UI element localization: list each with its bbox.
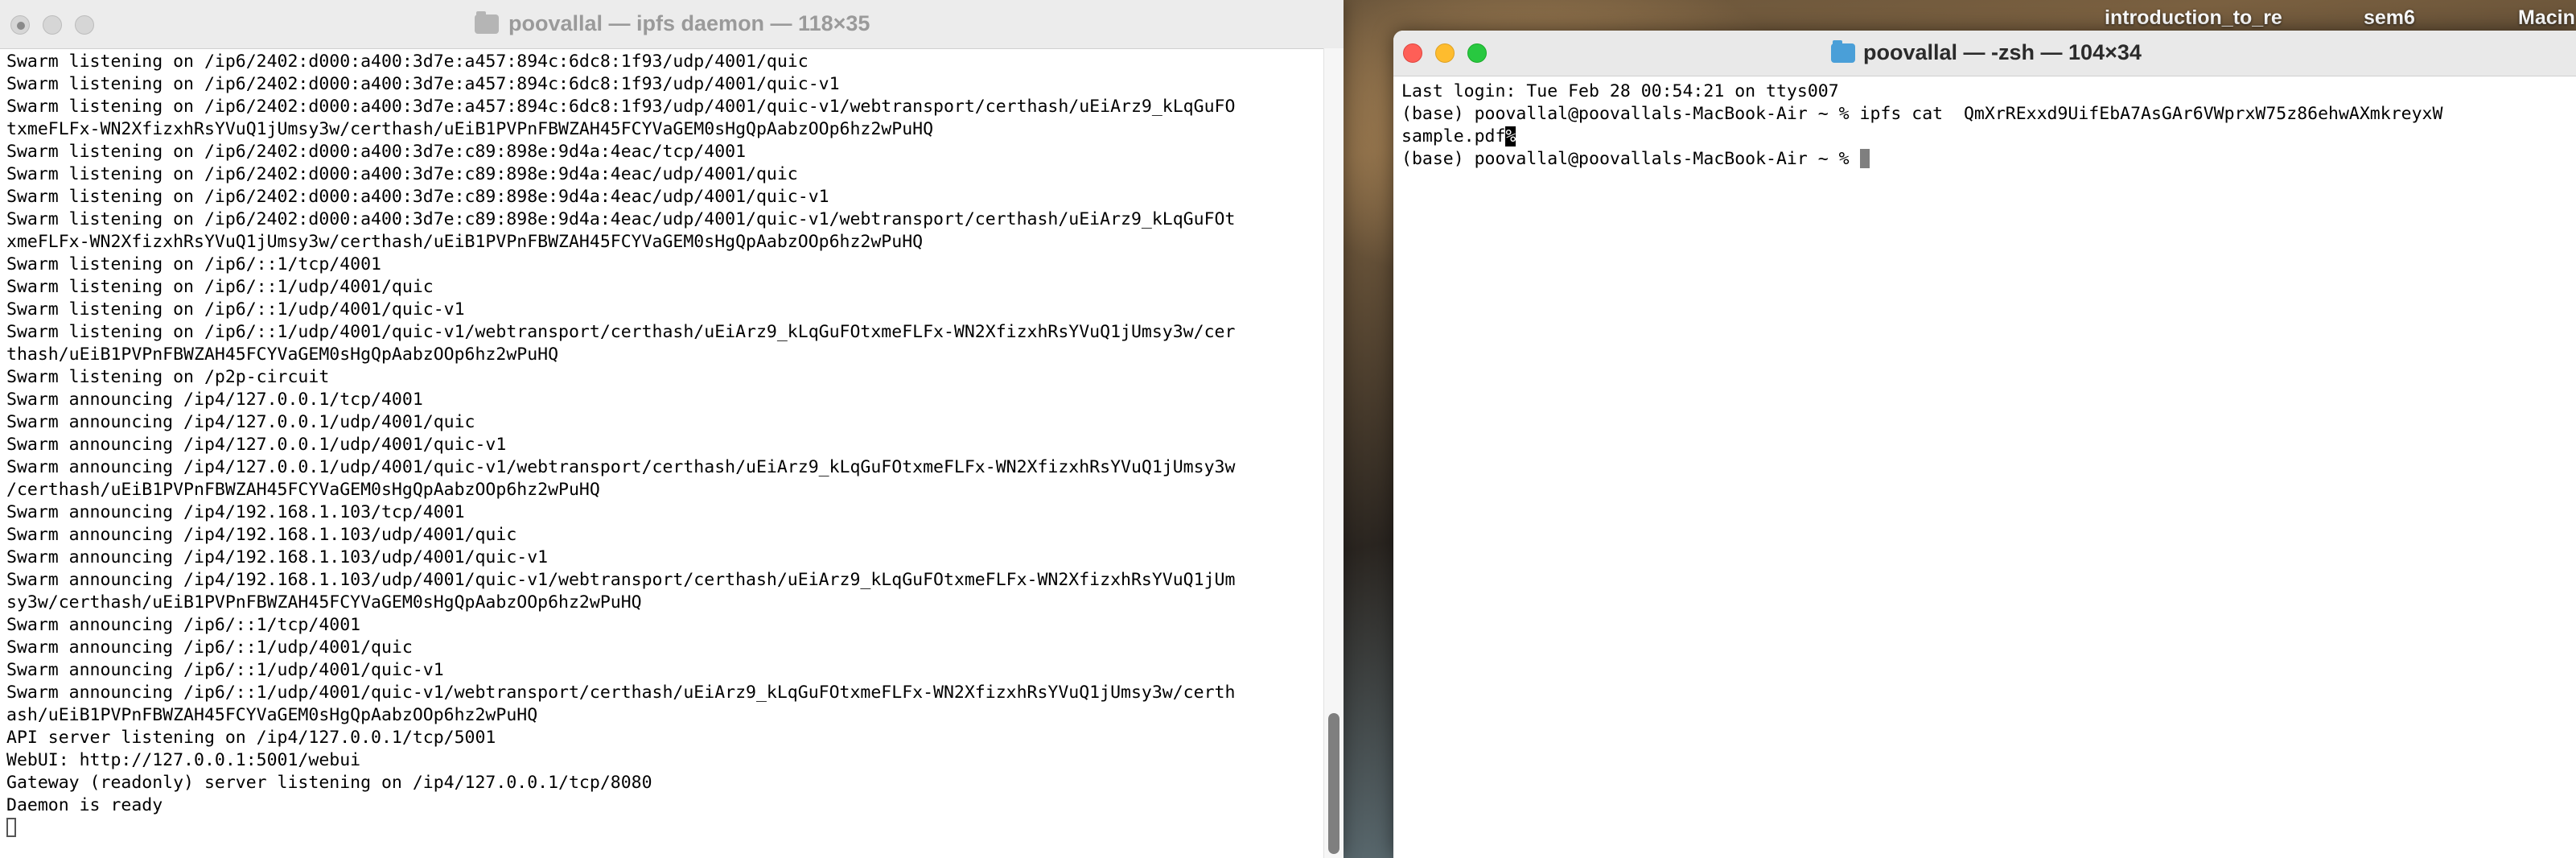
terminal-line: /certhash/uEiB1PVPnFBWZAH45FCYVaGEM0sHgQ… xyxy=(6,480,600,500)
terminal-line: sy3w/certhash/uEiB1PVPnFBWZAH45FCYVaGEM0… xyxy=(6,592,642,613)
terminal-line: Swarm announcing /ip6/::1/udp/4001/quic xyxy=(6,637,413,658)
terminal-line: ash/uEiB1PVPnFBWZAH45FCYVaGEM0sHgQpAabzO… xyxy=(6,705,538,725)
terminal-line: Swarm announcing /ip4/127.0.0.1/udp/4001… xyxy=(6,457,1236,477)
close-button[interactable] xyxy=(10,15,30,35)
terminal-line: Swarm listening on /ip6/2402:d000:a400:3… xyxy=(6,97,1236,117)
terminal-line: Swarm announcing /ip4/127.0.0.1/udp/4001… xyxy=(6,435,507,455)
folder-icon xyxy=(475,11,499,34)
terminal-line: Swarm announcing /ip6/::1/udp/4001/quic-… xyxy=(6,660,444,680)
minimize-button[interactable] xyxy=(1435,43,1455,63)
cursor xyxy=(6,817,1319,839)
desktop-item-introduction[interactable]: introduction_to_re xyxy=(2105,6,2282,30)
maximize-button[interactable] xyxy=(75,15,94,35)
terminal-line: Swarm listening on /p2p-circuit xyxy=(6,367,330,387)
terminal-line: xmeFLFx-WN2XfizxhRsYVuQ1jUmsy3w/certhash… xyxy=(6,232,924,252)
prompt-line[interactable]: (base) poovallal@poovallals-MacBook-Air … xyxy=(1401,148,2442,171)
scrollbar[interactable] xyxy=(1323,48,1344,858)
desktop-item-sem6[interactable]: sem6 xyxy=(2364,6,2415,30)
terminal-line: Swarm listening on /ip6/::1/udp/4001/qui… xyxy=(6,322,1236,342)
terminal-window-zsh[interactable]: poovallal — -zsh — 104×34 Last login: Tu… xyxy=(1393,31,2576,858)
last-login-line: Last login: Tue Feb 28 00:54:21 on ttys0… xyxy=(1401,81,1839,101)
output-line: sample.pdf% xyxy=(1401,126,2442,148)
title-bar[interactable]: poovallal — -zsh — 104×34 xyxy=(1393,31,2576,76)
terminal-line: Daemon is ready xyxy=(6,795,163,815)
terminal-line: Gateway (readonly) server listening on /… xyxy=(6,773,652,793)
terminal-line: Swarm listening on /ip6/::1/tcp/4001 xyxy=(6,254,381,274)
no-newline-marker: % xyxy=(1505,126,1516,146)
terminal-line: API server listening on /ip4/127.0.0.1/t… xyxy=(6,728,496,748)
desktop-item-macintosh[interactable]: Macin xyxy=(2518,6,2575,30)
cursor xyxy=(1859,149,1870,168)
terminal-line: Swarm announcing /ip4/192.168.1.103/udp/… xyxy=(6,570,1236,590)
terminal-line: Swarm listening on /ip6/2402:d000:a400:3… xyxy=(6,209,1236,229)
terminal-line: WebUI: http://127.0.0.1:5001/webui xyxy=(6,750,361,770)
window-title: poovallal — -zsh — 104×34 xyxy=(1863,40,2142,64)
terminal-line: txmeFLFx-WN2XfizxhRsYVuQ1jUmsy3w/certhas… xyxy=(6,119,934,139)
close-icon xyxy=(17,22,25,30)
terminal-window-ipfs-daemon[interactable]: poovallal — ipfs daemon — 118×35 Swarm l… xyxy=(0,0,1344,858)
terminal-line: Swarm announcing /ip4/192.168.1.103/udp/… xyxy=(6,547,549,567)
terminal-line: Swarm listening on /ip6/::1/udp/4001/qui… xyxy=(6,277,434,297)
terminal-output[interactable]: Swarm listening on /ip6/2402:d000:a400:3… xyxy=(6,51,1319,839)
folder-icon xyxy=(1831,40,1855,63)
terminal-line: Swarm announcing /ip4/127.0.0.1/tcp/4001 xyxy=(6,390,423,410)
terminal-line: Swarm announcing /ip4/127.0.0.1/udp/4001… xyxy=(6,412,475,432)
scroll-thumb[interactable] xyxy=(1328,713,1339,854)
minimize-button[interactable] xyxy=(43,15,62,35)
output-text: sample.pdf xyxy=(1401,126,1506,146)
terminal-line: Swarm announcing /ip6/::1/tcp/4001 xyxy=(6,615,361,635)
title-bar[interactable]: poovallal — ipfs daemon — 118×35 xyxy=(0,0,1344,49)
terminal-line: Swarm listening on /ip6/2402:d000:a400:3… xyxy=(6,187,829,207)
terminal-output[interactable]: Last login: Tue Feb 28 00:54:21 on ttys0… xyxy=(1401,80,2442,171)
command-line: (base) poovallal@poovallals-MacBook-Air … xyxy=(1401,104,2443,124)
terminal-line: Swarm listening on /ip6/2402:d000:a400:3… xyxy=(6,52,809,72)
cursor-box xyxy=(6,818,16,837)
terminal-line: Swarm listening on /ip6/2402:d000:a400:3… xyxy=(6,164,798,184)
terminal-line: Swarm listening on /ip6/::1/udp/4001/qui… xyxy=(6,299,465,320)
terminal-line: Swarm listening on /ip6/2402:d000:a400:3… xyxy=(6,142,747,162)
terminal-line: Swarm announcing /ip4/192.168.1.103/udp/… xyxy=(6,525,517,545)
close-button[interactable] xyxy=(1403,43,1422,63)
terminal-line: thash/uEiB1PVPnFBWZAH45FCYVaGEM0sHgQpAab… xyxy=(6,344,559,365)
terminal-line: Swarm listening on /ip6/2402:d000:a400:3… xyxy=(6,74,840,94)
terminal-line: Swarm announcing /ip4/192.168.1.103/tcp/… xyxy=(6,502,465,522)
window-title: poovallal — ipfs daemon — 118×35 xyxy=(508,11,870,35)
prompt-text: (base) poovallal@poovallals-MacBook-Air … xyxy=(1401,149,1860,169)
maximize-button[interactable] xyxy=(1467,43,1487,63)
terminal-line: Swarm announcing /ip6/::1/udp/4001/quic-… xyxy=(6,683,1236,703)
